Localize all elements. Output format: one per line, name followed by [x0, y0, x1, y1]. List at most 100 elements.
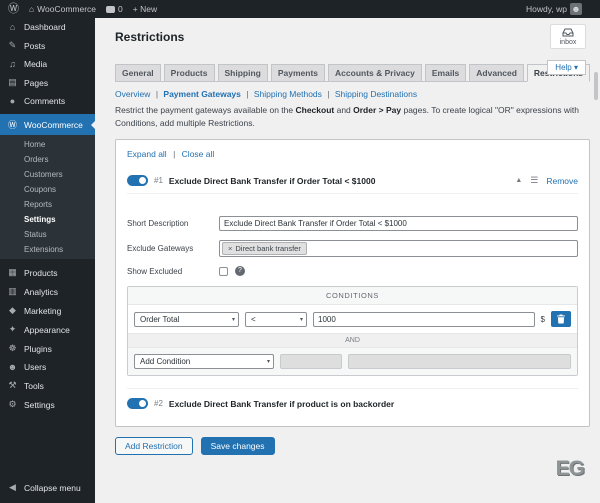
show-excluded-checkbox[interactable] — [219, 267, 228, 276]
restriction-1-form: Short Description Exclude Gateways × Dir… — [127, 216, 578, 376]
collapse-menu-label: Collapse menu — [24, 483, 81, 493]
submenu-item-orders[interactable]: Orders — [0, 152, 95, 167]
comments-count: 0 — [118, 4, 123, 14]
currency-symbol: $ — [541, 315, 545, 324]
collapse-up-icon[interactable]: ▲ — [515, 177, 522, 184]
tab-payments[interactable]: Payments — [271, 64, 325, 82]
submenu-item-coupons[interactable]: Coupons — [0, 182, 95, 197]
submenu-item-reports[interactable]: Reports — [0, 197, 95, 212]
sidebar-item-woocommerce[interactable]: Ⓦ WooCommerce — [0, 114, 95, 135]
sidebar-item-appearance[interactable]: ✦ Appearance — [0, 320, 95, 339]
dashboard-icon: ⌂ — [7, 22, 18, 32]
tab-general[interactable]: General — [115, 64, 161, 82]
save-changes-button[interactable]: Save changes — [201, 437, 275, 455]
short-description-row: Short Description — [127, 216, 578, 231]
toggle-knob — [139, 177, 146, 184]
sidebar-item-label: Plugins — [24, 344, 52, 354]
condition-field-select[interactable]: Order Total ▾ — [134, 312, 239, 327]
tab-advanced[interactable]: Advanced — [469, 64, 524, 82]
sidebar-item-media[interactable]: ♫ Media — [0, 55, 95, 73]
trash-icon — [557, 314, 565, 324]
subnav-overview[interactable]: Overview — [115, 89, 150, 99]
products-icon: ▦ — [7, 267, 18, 278]
site-menu[interactable]: ⌂ WooCommerce — [29, 4, 96, 14]
sidebar-item-label: Dashboard — [24, 22, 66, 32]
woocommerce-submenu: Home Orders Customers Coupons Reports Se… — [0, 135, 95, 259]
submenu-item-extensions[interactable]: Extensions — [0, 242, 95, 257]
sidebar-item-label: Pages — [24, 78, 48, 88]
subnav-shipping-destinations[interactable]: Shipping Destinations — [335, 89, 417, 99]
restriction-1-header: #1 Exclude Direct Bank Transfer if Order… — [127, 169, 578, 194]
sidebar-item-users[interactable]: ☻ Users — [0, 358, 95, 376]
comments-bubble[interactable]: 0 — [106, 4, 123, 14]
condition-operator-value: < — [251, 315, 256, 324]
add-restriction-button[interactable]: Add Restriction — [115, 437, 193, 455]
condition-amount-input[interactable] — [313, 312, 535, 327]
sidebar-item-posts[interactable]: ✎ Posts — [0, 36, 95, 55]
sidebar-item-plugins[interactable]: ☸ Plugins — [0, 339, 95, 358]
chevron-down-icon: ▾ — [267, 358, 270, 365]
remove-tag-icon[interactable]: × — [228, 244, 232, 253]
posts-icon: ✎ — [7, 40, 18, 51]
sidebar-item-products[interactable]: ▦ Products — [0, 263, 95, 282]
inbox-button[interactable]: inbox — [550, 24, 586, 49]
sidebar-item-comments[interactable]: ● Comments — [0, 92, 95, 110]
sidebar-item-tools[interactable]: ⚒ Tools — [0, 376, 95, 395]
restriction-1-number: #1 — [154, 176, 163, 185]
short-description-input[interactable] — [219, 216, 578, 231]
description-bold-order-pay: Order > Pay — [353, 105, 401, 115]
scrollbar-thumb[interactable] — [594, 72, 598, 100]
sidebar-item-dashboard[interactable]: ⌂ Dashboard — [0, 18, 95, 36]
subnav-shipping-methods[interactable]: Shipping Methods — [254, 89, 322, 99]
submenu-item-settings[interactable]: Settings — [0, 212, 95, 227]
submenu-item-status[interactable]: Status — [0, 227, 95, 242]
description-bold-checkout: Checkout — [296, 105, 335, 115]
howdy-account-menu[interactable]: Howdy, wp ☻ — [526, 3, 582, 15]
tools-icon: ⚒ — [7, 380, 18, 391]
help-label: Help ▾ — [555, 63, 578, 72]
subnav-separator: | — [156, 89, 158, 99]
restriction-1-toggle[interactable] — [127, 175, 148, 186]
expand-collapse-links: Expand all | Close all — [127, 149, 578, 159]
sidebar-item-label: Tools — [24, 381, 44, 391]
delete-condition-button[interactable] — [551, 311, 571, 327]
add-condition-select[interactable]: Add Condition ▾ — [134, 354, 274, 369]
drag-handle-icon[interactable]: ☰ — [530, 175, 538, 186]
sidebar-item-pages[interactable]: ▤ Pages — [0, 73, 95, 92]
media-icon: ♫ — [7, 59, 18, 69]
sidebar-item-analytics[interactable]: ▥ Analytics — [0, 282, 95, 301]
description-text: and — [334, 105, 353, 115]
show-excluded-label: Show Excluded — [127, 267, 219, 276]
tab-shipping[interactable]: Shipping — [218, 64, 268, 82]
conditions-header: CONDITIONS — [128, 287, 577, 305]
collapse-menu-button[interactable]: ◀ Collapse menu — [0, 478, 95, 497]
help-tip-icon[interactable]: ? — [235, 266, 245, 276]
sidebar-item-settings[interactable]: ⚙ Settings — [0, 395, 95, 414]
close-all-link[interactable]: Close all — [182, 149, 215, 159]
condition-operator-select[interactable]: < ▾ — [245, 312, 307, 327]
exclude-gateways-label: Exclude Gateways — [127, 244, 219, 253]
restriction-2-toggle[interactable] — [127, 398, 148, 409]
exclude-gateways-input[interactable]: × Direct bank transfer — [219, 240, 578, 257]
gateway-tag: × Direct bank transfer — [222, 242, 307, 255]
restriction-2-number: #2 — [154, 399, 163, 408]
tab-products[interactable]: Products — [164, 64, 215, 82]
sidebar-item-label: Posts — [24, 41, 45, 51]
submenu-item-home[interactable]: Home — [0, 137, 95, 152]
tab-emails[interactable]: Emails — [425, 64, 466, 82]
sidebar-item-label: Marketing — [24, 306, 61, 316]
sidebar-item-label: Analytics — [24, 287, 58, 297]
subnav-payment-gateways[interactable]: Payment Gateways — [163, 89, 240, 99]
tab-accounts-privacy[interactable]: Accounts & Privacy — [328, 64, 422, 82]
appearance-icon: ✦ — [7, 324, 18, 335]
add-condition-label: Add Condition — [140, 357, 190, 366]
condition-field-value: Order Total — [140, 315, 179, 324]
help-tab[interactable]: Help ▾ — [547, 60, 586, 75]
sidebar-item-marketing[interactable]: ◆ Marketing — [0, 301, 95, 320]
submenu-item-customers[interactable]: Customers — [0, 167, 95, 182]
wp-logo-menu[interactable]: Ⓦ — [8, 4, 19, 15]
remove-restriction-link[interactable]: Remove — [546, 176, 578, 186]
expand-all-link[interactable]: Expand all — [127, 149, 167, 159]
inbox-label: inbox — [553, 39, 583, 46]
new-content-menu[interactable]: + New — [133, 4, 157, 14]
